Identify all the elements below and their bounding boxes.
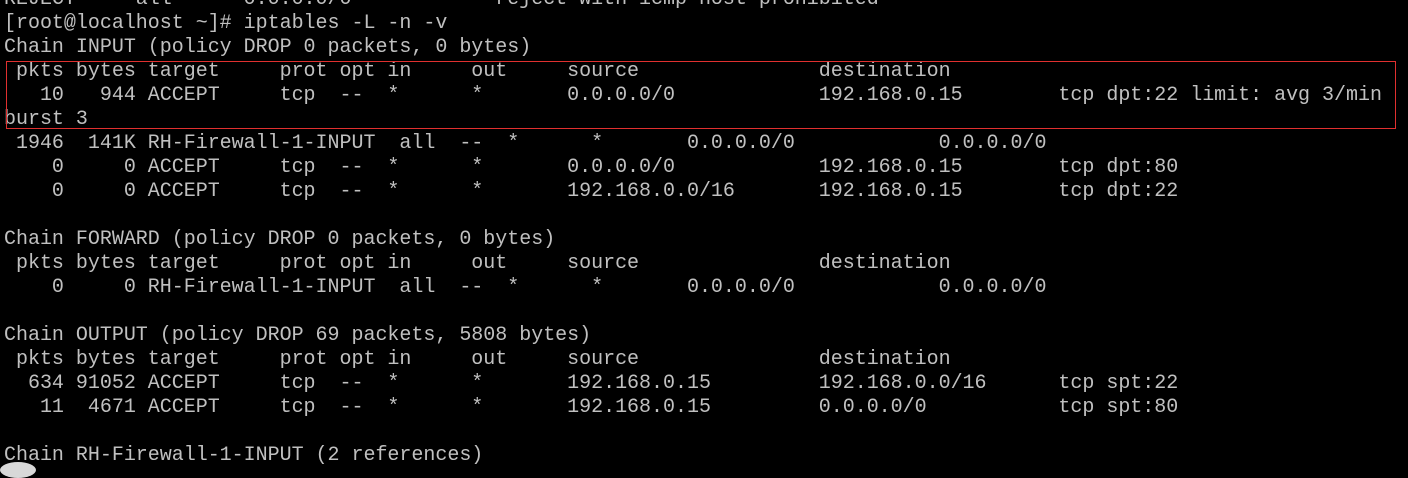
input-rule-2: 1946 141K RH-Firewall-1-INPUT all -- * *…: [4, 132, 1047, 155]
output-column-headers: pkts bytes target prot opt in out source…: [4, 348, 951, 371]
input-rule-1-wrap: burst 3: [4, 108, 88, 131]
terminal-line-prev-output: REJECT all 0.0.0.0/0 reject with icmp ho…: [4, 0, 1382, 12]
chain-input-header: Chain INPUT (policy DROP 0 packets, 0 by…: [4, 36, 532, 59]
forward-column-headers: pkts bytes target prot opt in out source…: [4, 252, 951, 275]
forward-rule-1: 0 0 RH-Firewall-1-INPUT all -- * * 0.0.0…: [4, 276, 1047, 299]
chain-output-header: Chain OUTPUT (policy DROP 69 packets, 58…: [4, 324, 592, 347]
input-column-headers: pkts bytes target prot opt in out source…: [4, 60, 951, 83]
chain-forward-header: Chain FORWARD (policy DROP 0 packets, 0 …: [4, 228, 556, 251]
terminal-output[interactable]: REJECT all 0.0.0.0/0 reject with icmp ho…: [4, 0, 1382, 468]
input-rule-4: 0 0 ACCEPT tcp -- * * 192.168.0.0/16 192…: [4, 180, 1179, 203]
terminal-window[interactable]: { "colors": { "background": "#000000", "…: [0, 0, 1408, 478]
mouse-cursor-icon: [0, 462, 36, 478]
input-rule-3: 0 0 ACCEPT tcp -- * * 0.0.0.0/0 192.168.…: [4, 156, 1179, 179]
output-rule-1: 634 91052 ACCEPT tcp -- * * 192.168.0.15…: [4, 372, 1179, 395]
command-prompt-line: [root@localhost ~]# iptables -L -n -v: [4, 12, 448, 35]
chain-rh-firewall-header: Chain RH-Firewall-1-INPUT (2 references): [4, 444, 484, 467]
output-rule-2: 11 4671 ACCEPT tcp -- * * 192.168.0.15 0…: [4, 396, 1179, 419]
input-rule-1: 10 944 ACCEPT tcp -- * * 0.0.0.0/0 192.1…: [4, 84, 1382, 107]
